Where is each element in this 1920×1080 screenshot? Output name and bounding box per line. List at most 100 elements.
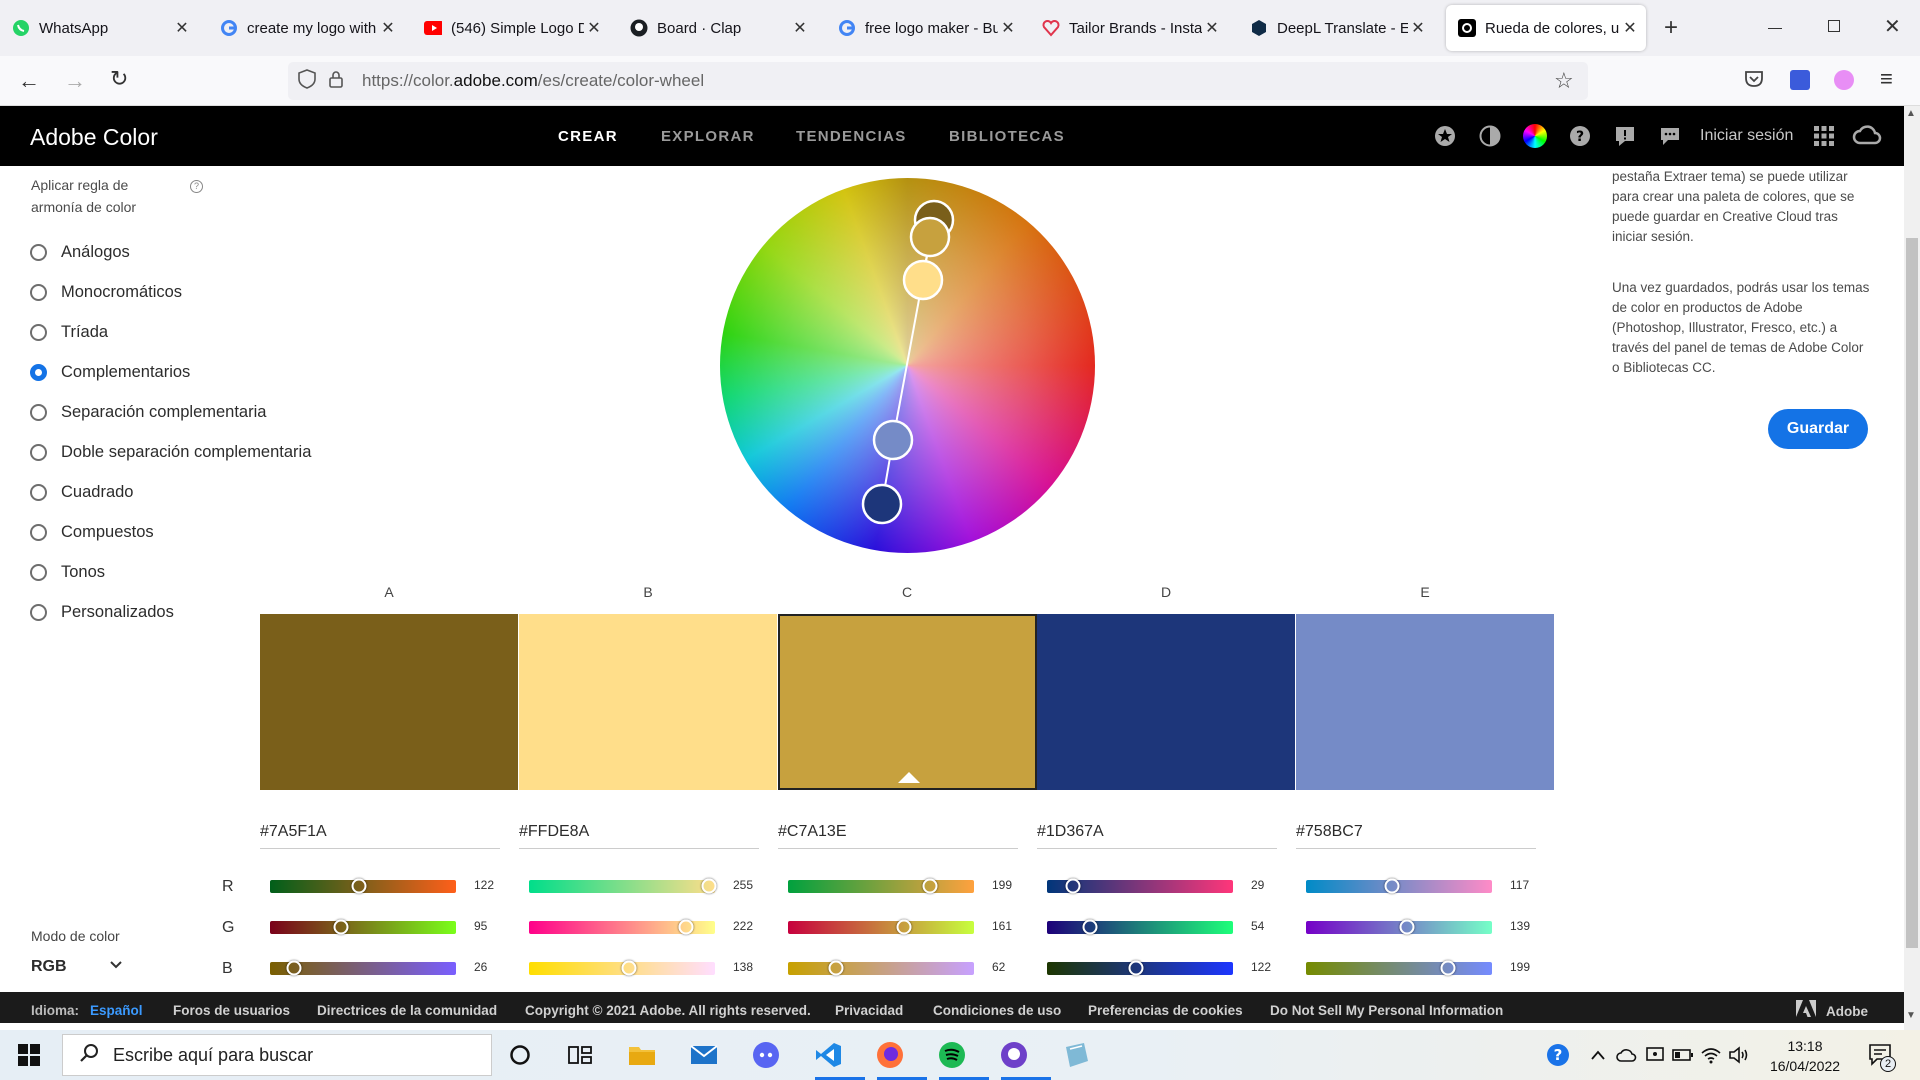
swatch-a[interactable] [260,614,518,790]
slider-knob[interactable] [621,960,637,976]
harmony-option-tonos[interactable]: Tonos [30,563,105,582]
channel-value[interactable]: 222 [733,919,753,933]
slider-knob[interactable] [922,878,938,894]
browser-tab[interactable]: WhatsApp ✕ [12,5,192,51]
volume-icon[interactable] [1724,1040,1754,1070]
slider-knob[interactable] [1082,919,1098,935]
footer-link-condiciones[interactable]: Condiciones de uso [933,1003,1061,1018]
slider-b-e[interactable] [1306,962,1492,975]
nav-bibliotecas[interactable]: BIBLIOTECAS [949,128,1065,145]
close-tab-icon[interactable]: ✕ [378,18,398,38]
slider-knob[interactable] [1399,919,1415,935]
new-tab-icon[interactable]: + [1664,14,1678,42]
wheel-handle-b[interactable] [902,259,944,301]
channel-value[interactable]: 95 [474,919,487,933]
adobe-color-logo[interactable]: Adobe Color [30,124,158,151]
harmony-option-complementarios[interactable]: Complementarios [30,363,190,382]
back-icon[interactable]: ← [18,68,40,94]
harmony-option-monocromaticos[interactable]: Monocromáticos [30,283,182,302]
slider-knob[interactable] [1065,878,1081,894]
close-tab-icon[interactable]: ✕ [1202,18,1222,38]
radio-icon[interactable] [30,284,47,301]
help-tray-icon[interactable]: ? [1543,1040,1573,1070]
hex-input-e[interactable]: #758BC7 [1296,823,1536,849]
footer-link-cookies[interactable]: Preferencias de cookies [1088,1003,1243,1018]
close-tab-icon[interactable]: ✕ [1620,18,1640,38]
slider-g-d[interactable] [1047,921,1233,934]
slider-knob[interactable] [1128,960,1144,976]
help-icon[interactable]: ? [1568,124,1592,148]
channel-value[interactable]: 62 [992,960,1005,974]
wheel-handle-c[interactable] [909,216,951,258]
scroll-up-icon[interactable]: ▲ [1906,108,1916,119]
swatch-c-selected[interactable] [778,614,1037,790]
close-tab-icon[interactable]: ✕ [584,18,604,38]
browser-tab[interactable]: Board · Clap ✕ [630,5,810,51]
footer-link-privacidad[interactable]: Privacidad [835,1003,903,1018]
menu-icon[interactable]: ≡ [1880,66,1893,92]
taskbar-search[interactable]: Escribe aquí para buscar [62,1034,492,1076]
slider-knob[interactable] [896,919,912,935]
save-button[interactable]: Guardar [1768,409,1868,449]
slider-knob[interactable] [333,919,349,935]
slider-knob[interactable] [351,878,367,894]
channel-value[interactable]: 255 [733,878,753,892]
channel-value[interactable]: 54 [1251,919,1264,933]
slider-g-c[interactable] [788,921,974,934]
footer-link-directrices[interactable]: Directrices de la comunidad [317,1003,497,1018]
radio-icon[interactable] [30,244,47,261]
swatch-e[interactable] [1296,614,1554,790]
close-tab-icon[interactable]: ✕ [172,18,192,38]
pocket-icon[interactable] [1744,70,1764,93]
channel-value[interactable]: 29 [1251,878,1264,892]
harmony-option-analogos[interactable]: Análogos [30,243,130,262]
slider-knob[interactable] [678,919,694,935]
swatch-b[interactable] [519,614,777,790]
restore-icon[interactable] [1828,20,1840,32]
slider-r-b[interactable] [529,880,715,893]
github-desktop-icon[interactable] [999,1040,1029,1070]
close-tab-icon[interactable]: ✕ [790,18,810,38]
device-icon[interactable] [1640,1040,1670,1070]
accessibility-icon[interactable] [1478,124,1502,148]
browser-tab[interactable]: create my logo with ✕ [220,5,398,51]
browser-tab[interactable]: Tailor Brands - Instar ✕ [1042,5,1222,51]
color-wheel-handles[interactable] [720,178,1095,553]
radio-icon[interactable] [30,484,47,501]
shield-icon[interactable] [298,68,318,94]
slider-knob[interactable] [1384,878,1400,894]
browser-tab[interactable]: free logo maker - Bu ✕ [838,5,1018,51]
wheel-handle-d[interactable] [861,483,903,525]
radio-icon[interactable] [30,444,47,461]
url-bar[interactable]: https://color.adobe.com/es/create/color-… [288,62,1588,100]
radio-icon[interactable] [30,404,47,421]
comments-icon[interactable] [1658,124,1682,148]
harmony-option-compuestos[interactable]: Compuestos [30,523,154,542]
footer-link-foros[interactable]: Foros de usuarios [173,1003,290,1018]
hex-input-a[interactable]: #7A5F1A [260,823,500,849]
radio-icon[interactable] [30,324,47,341]
channel-value[interactable]: 139 [1510,919,1530,933]
harmony-option-personalizados[interactable]: Personalizados [30,603,174,622]
wifi-icon[interactable] [1696,1040,1726,1070]
harmony-option-doble-separacion[interactable]: Doble separación complementaria [30,443,311,462]
channel-value[interactable]: 161 [992,919,1012,933]
scroll-down-icon[interactable]: ▼ [1906,1010,1916,1021]
channel-value[interactable]: 117 [1510,878,1529,892]
close-window-icon[interactable]: ✕ [1884,14,1901,39]
channel-value[interactable]: 199 [1510,960,1530,974]
radio-icon[interactable] [30,524,47,541]
creative-cloud-icon[interactable] [1852,124,1882,148]
reload-icon[interactable]: ↻ [110,66,128,92]
battery-icon[interactable] [1668,1040,1698,1070]
info-icon[interactable]: ? [190,180,203,193]
slider-knob[interactable] [828,960,844,976]
profile-extension-icon[interactable] [1834,70,1854,90]
discord-icon[interactable] [751,1040,781,1070]
extension-icon[interactable] [1790,70,1810,90]
slider-b-c[interactable] [788,962,974,975]
close-tab-icon[interactable]: ✕ [1408,18,1428,38]
forward-icon[interactable]: → [64,68,86,94]
apps-grid-icon[interactable] [1812,124,1836,148]
hex-input-d[interactable]: #1D367A [1037,823,1277,849]
